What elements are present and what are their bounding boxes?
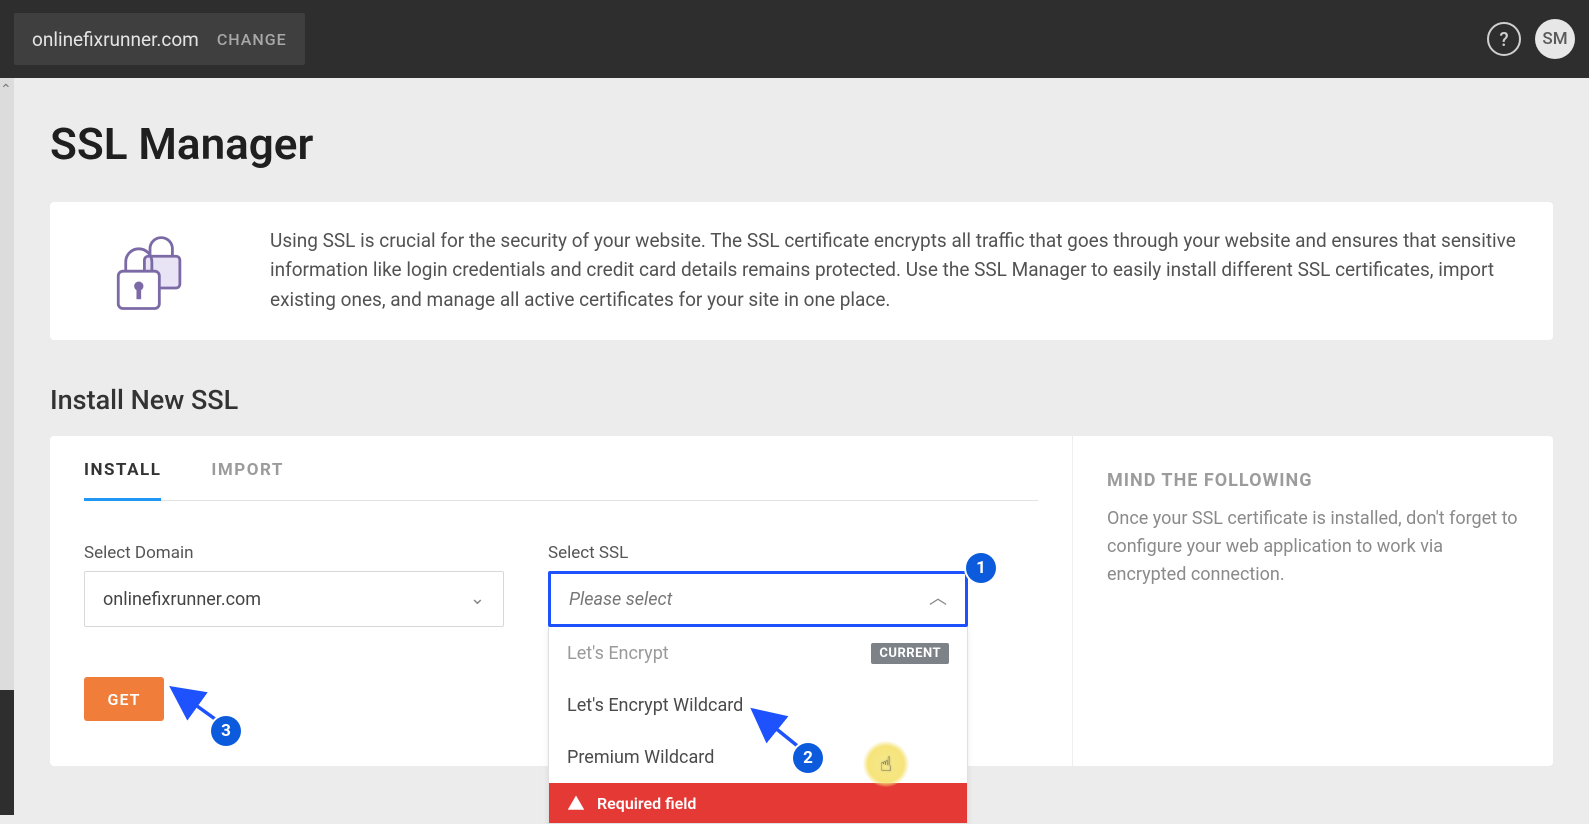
- ssl-dropdown: Let's Encrypt CURRENT Let's Encrypt Wild…: [548, 627, 968, 824]
- ssl-select-placeholder: Please select: [569, 589, 672, 610]
- domain-select-value: onlinefixrunner.com: [103, 589, 261, 610]
- domain-select[interactable]: onlinefixrunner.com ⌄: [84, 571, 504, 627]
- ssl-option-label: Premium Wildcard: [567, 747, 714, 768]
- warning-icon: [567, 794, 585, 812]
- info-text: Using SSL is crucial for the security of…: [270, 226, 1523, 314]
- panel-right: MIND THE FOLLOWING Once your SSL certifi…: [1073, 436, 1553, 766]
- panel-left: INSTALL IMPORT Select Domain onlinefixru…: [50, 436, 1073, 766]
- tabs: INSTALL IMPORT: [84, 436, 1038, 501]
- chevron-down-icon: ⌄: [470, 590, 485, 608]
- avatar[interactable]: SM: [1535, 19, 1575, 59]
- content: SSL Manager Using SSL is crucial for the…: [14, 78, 1589, 815]
- caret-icon: ⌃: [0, 82, 12, 98]
- current-badge: CURRENT: [871, 643, 949, 664]
- top-bar: onlinefixrunner.com CHANGE ? SM: [0, 0, 1589, 78]
- form-row: Select Domain onlinefixrunner.com ⌄ GET …: [84, 543, 1038, 721]
- help-icon[interactable]: ?: [1487, 22, 1521, 56]
- side-rail: ⌃: [0, 78, 14, 815]
- ssl-option-premium-wildcard[interactable]: Premium Wildcard: [549, 731, 967, 783]
- change-domain-button[interactable]: CHANGE: [217, 30, 287, 49]
- annotation-1: 1: [966, 553, 996, 583]
- tab-import[interactable]: IMPORT: [211, 436, 283, 500]
- page-title: SSL Manager: [50, 118, 1553, 170]
- top-right-controls: ? SM: [1487, 19, 1575, 59]
- side-rail-dark: [0, 690, 14, 815]
- domain-label: Select Domain: [84, 543, 544, 563]
- info-card: Using SSL is crucial for the security of…: [50, 202, 1553, 340]
- ssl-select-wrap: Please select ︿ Let's Encrypt CURRENT Le…: [548, 571, 968, 627]
- ssl-select[interactable]: Please select ︿: [548, 571, 968, 627]
- ssl-label: Select SSL: [548, 543, 1008, 563]
- domain-column: Select Domain onlinefixrunner.com ⌄ GET: [84, 543, 544, 721]
- ssl-option-lets-encrypt-wildcard[interactable]: Let's Encrypt Wildcard ☝︎: [549, 679, 967, 731]
- current-domain: onlinefixrunner.com: [32, 28, 199, 51]
- annotation-2: 2: [793, 743, 823, 773]
- ssl-lock-icon: [80, 226, 220, 316]
- domain-switcher[interactable]: onlinefixrunner.com CHANGE: [14, 13, 305, 65]
- error-text: Required field: [597, 794, 696, 813]
- ssl-option-label: Let's Encrypt: [567, 643, 669, 664]
- required-field-error: Required field: [549, 783, 967, 823]
- install-panel: INSTALL IMPORT Select Domain onlinefixru…: [50, 436, 1553, 766]
- ssl-option-label: Let's Encrypt Wildcard: [567, 695, 743, 716]
- get-button[interactable]: GET: [84, 677, 164, 721]
- aside-title: MIND THE FOLLOWING: [1107, 470, 1519, 491]
- tab-install[interactable]: INSTALL: [84, 436, 161, 501]
- chevron-up-icon: ︿: [929, 590, 947, 608]
- annotation-3: 3: [211, 716, 241, 746]
- aside-text: Once your SSL certificate is installed, …: [1107, 505, 1519, 589]
- section-title: Install New SSL: [50, 384, 1553, 416]
- ssl-column: Select SSL Please select ︿ Let's Encrypt…: [548, 543, 1008, 721]
- ssl-option-lets-encrypt[interactable]: Let's Encrypt CURRENT: [549, 627, 967, 679]
